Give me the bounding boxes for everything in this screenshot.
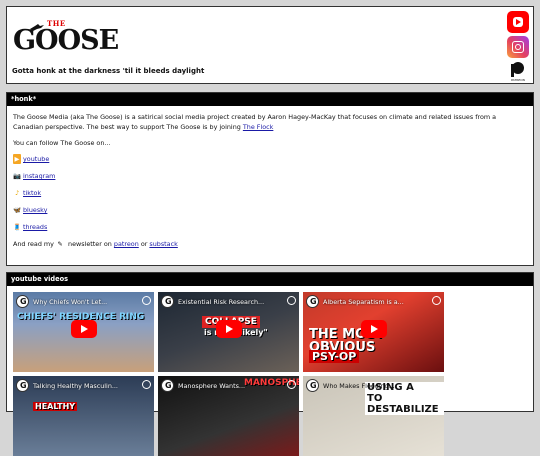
threads-link[interactable]: threads	[23, 223, 47, 231]
site-header: THE GOOSE Gotta honk at the darkness 'ti…	[6, 6, 534, 84]
video-title: Manosphere Wants...	[178, 382, 246, 390]
video-thumbnail-3[interactable]: THE MOST OBVIOUS PSY-OP Alberta Separati…	[303, 292, 444, 372]
video-thumbnail-2[interactable]: COLLAPSE is most likely" Existential Ris…	[158, 292, 299, 372]
honk-section: *honk* The Goose Media (aka The Goose) i…	[6, 92, 534, 266]
patreon-label: PATREON	[511, 78, 525, 82]
newsletter-prefix: And read my	[13, 240, 54, 248]
substack-link[interactable]: substack	[149, 240, 177, 248]
video-overlay-healthy: HEALTHY	[33, 402, 78, 411]
channel-avatar-icon	[306, 379, 319, 392]
honk-section-title: *honk*	[7, 93, 533, 106]
channel-avatar-icon	[16, 295, 29, 308]
video-overlay-psy-op: PSY-OP	[309, 350, 360, 363]
channel-avatar-icon	[161, 379, 174, 392]
follow-text: You can follow The Goose on...	[13, 139, 111, 147]
camera-icon: 📷	[13, 172, 21, 180]
butterfly-icon: 🦋	[13, 206, 21, 214]
watch-later-icon[interactable]	[432, 296, 441, 305]
video-thumbnail-1[interactable]: CHIEFS' RESIDENCE RING Why Chiefs Won't …	[13, 292, 154, 372]
channel-avatar-icon	[16, 379, 29, 392]
youtube-link[interactable]: youtube	[23, 155, 49, 163]
newspaper-icon: ✎	[57, 240, 63, 248]
video-thumbnail-6[interactable]: USING A TO DESTABILIZE Who Makes Floodin…	[303, 376, 444, 456]
play-button-icon[interactable]	[216, 320, 242, 338]
newsletter-line: And read my ✎ newsletter on patreon or s…	[13, 239, 527, 249]
tagline: Gotta honk at the darkness 'til it bleed…	[12, 67, 205, 75]
videos-section-title: youtube videos	[7, 273, 533, 286]
play-button-icon[interactable]	[71, 320, 97, 338]
instagram-link[interactable]: instagram	[23, 172, 55, 180]
logo-wordmark: GOOSE	[13, 25, 119, 56]
follow-item-bluesky: 🦋 bluesky	[13, 205, 527, 215]
instagram-icon[interactable]	[507, 36, 529, 58]
bluesky-link[interactable]: bluesky	[23, 206, 47, 214]
channel-avatar-icon	[306, 295, 319, 308]
video-thumbnail-5[interactable]: MANOSPHERE Manosphere Wants...	[158, 376, 299, 456]
thread-spool-icon: 🧵	[13, 223, 21, 231]
patreon-link[interactable]: patreon	[114, 240, 139, 248]
follow-item-tiktok: ♪ tiktok	[13, 188, 527, 198]
youtube-icon[interactable]	[507, 11, 529, 33]
watch-later-icon[interactable]	[287, 296, 296, 305]
video-title: Who Makes Flooding...	[323, 382, 395, 390]
the-flock-link[interactable]: The Flock	[243, 123, 274, 131]
video-title: Alberta Separatism is a...	[323, 298, 404, 306]
or-text: or	[140, 240, 148, 248]
follow-item-instagram: 📷 instagram	[13, 171, 527, 181]
watch-later-icon[interactable]	[287, 380, 296, 389]
channel-avatar-icon	[161, 295, 174, 308]
video-title: Existential Risk Research...	[178, 298, 265, 306]
videos-section: youtube videos CHIEFS' RESIDENCE RING Wh…	[6, 272, 534, 456]
newsletter-mid: newsletter on	[68, 240, 112, 248]
music-note-icon: ♪	[14, 189, 20, 197]
intro-paragraph: The Goose Media (aka The Goose) is a sat…	[13, 112, 527, 132]
watch-later-icon[interactable]	[142, 296, 151, 305]
video-title: Talking Healthy Masculin...	[33, 382, 118, 390]
tiktok-link[interactable]: tiktok	[23, 189, 41, 197]
video-overlay-destabilize-text: TO DESTABILIZE	[367, 393, 439, 415]
video-thumbnail-4[interactable]: HEALTHY Talking Healthy Masculin...	[13, 376, 154, 456]
patreon-icon[interactable]: PATREON	[507, 60, 529, 82]
video-title: Why Chiefs Won't Let...	[33, 298, 108, 306]
play-icon: ▶	[13, 154, 21, 164]
follow-item-youtube: ▶ youtube	[13, 154, 527, 164]
follow-item-threads: 🧵 threads	[13, 222, 527, 232]
play-button-icon[interactable]	[361, 320, 387, 338]
watch-later-icon[interactable]	[142, 380, 151, 389]
goose-logo[interactable]: THE GOOSE	[13, 19, 119, 59]
